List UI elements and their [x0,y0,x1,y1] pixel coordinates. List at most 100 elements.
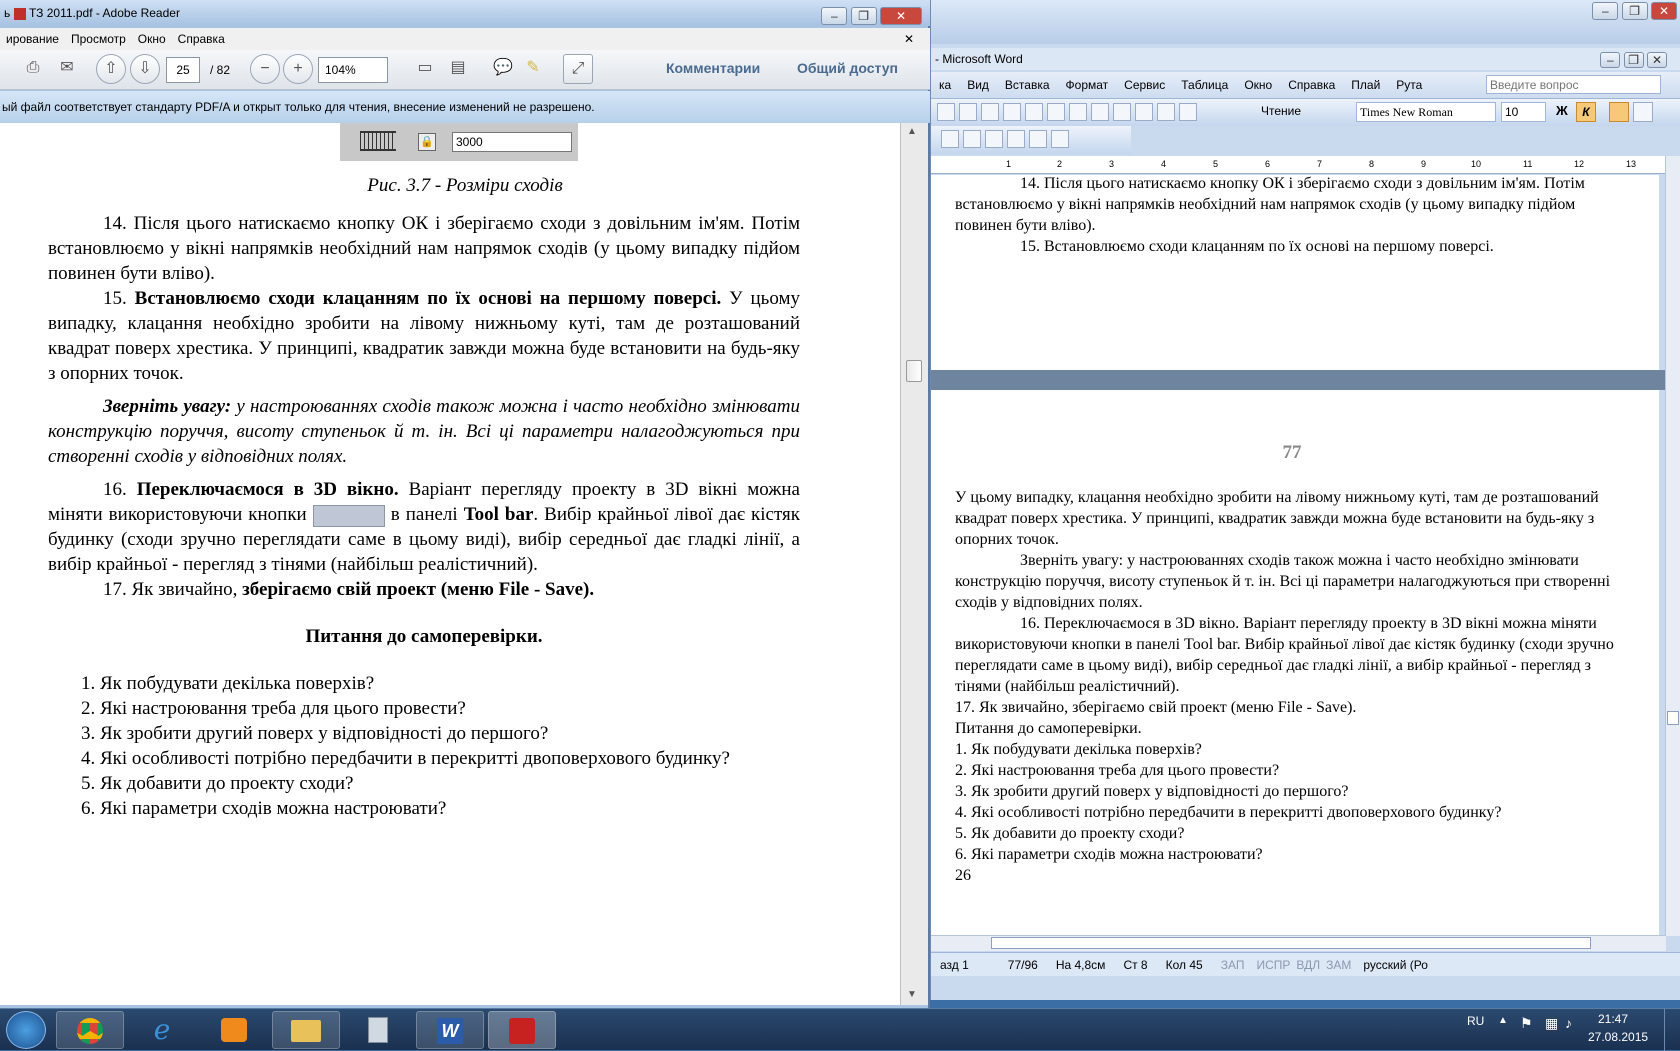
scroll-thumb[interactable] [991,937,1591,949]
bold-button[interactable]: Ж [1556,103,1568,118]
minimize-icon[interactable]: – [821,7,848,25]
font-name-select[interactable]: Times New Roman [1356,102,1496,122]
read-mode-button[interactable]: Чтение [1261,104,1301,118]
doc-minimize-icon[interactable]: – [1600,52,1621,68]
calculator-icon[interactable] [344,1011,412,1049]
word-taskbar-icon[interactable]: W [416,1011,484,1049]
menu-item[interactable]: Вид [959,72,997,98]
menu-item[interactable]: Плай [1343,72,1388,98]
prev-page-button[interactable]: ⇧ [96,54,126,84]
status-ovr[interactable]: ЗАМ [1323,953,1354,977]
minimize-icon[interactable]: – [1592,2,1619,20]
tool-icon[interactable] [985,130,1003,148]
highlight-icon[interactable]: ✎ [518,54,548,84]
show-desktop-button[interactable] [1664,1009,1680,1051]
volume-icon[interactable]: ♪ [1565,1015,1572,1031]
word-page-1[interactable]: 14. Після цього натискаємо кнопку ОК і з… [931,175,1659,370]
hyperlink-icon[interactable] [1135,103,1153,121]
table-icon[interactable] [1157,103,1175,121]
expand-icon[interactable]: ⤢ [563,54,593,84]
menu-item[interactable]: ка [931,72,959,98]
email-icon[interactable]: ✉ [52,54,84,84]
menu-item[interactable]: ирование [0,28,65,50]
explorer-icon[interactable] [272,1011,340,1049]
print-icon[interactable]: ⎙ [18,54,50,84]
adobe-reader-window[interactable]: ь ТЗ 2011.pdf - Adobe Reader – ❐ ✕ ирова… [0,0,930,1008]
status-ext[interactable]: ВДЛ [1293,953,1323,977]
align-center-icon[interactable] [1633,102,1653,122]
clock-time[interactable]: 21:47 [1598,1012,1628,1026]
italic-button[interactable]: К [1576,102,1596,122]
acro-vertical-scrollbar[interactable]: ▲ ▼ [900,123,928,1005]
help-search-input[interactable] [1486,75,1661,94]
comment-icon[interactable]: 💬 [488,54,518,84]
menu-item[interactable]: Просмотр [65,28,132,50]
permission-icon[interactable] [959,103,977,121]
word-vertical-scrollbar[interactable] [1665,156,1680,936]
status-language[interactable]: русский (Ро [1354,953,1437,977]
scroll-down-icon[interactable]: ▼ [907,989,917,1000]
research-icon[interactable] [1047,103,1065,121]
help-icon[interactable] [1179,103,1197,121]
tool-icon[interactable] [963,130,981,148]
media-player-icon[interactable] [200,1011,268,1049]
word-page-2[interactable]: 77 У цьому випадку, клацання необхідно з… [931,390,1659,935]
fit-width-icon[interactable]: ▤ [443,54,473,84]
save-icon[interactable] [937,103,955,121]
scroll-thumb[interactable] [906,360,922,382]
menu-item[interactable]: Окно [132,28,172,50]
scroll-thumb[interactable] [1667,711,1679,725]
tool-icon[interactable] [941,130,959,148]
status-track[interactable]: ИСПР [1253,953,1293,977]
ie-icon[interactable]: e [128,1011,196,1049]
tray-expand-icon[interactable]: ▲ [1498,1015,1508,1026]
close-icon[interactable]: ✕ [880,7,922,25]
align-left-icon[interactable] [1609,102,1629,122]
flag-ua-icon[interactable] [1029,130,1047,148]
paste-icon[interactable] [1091,103,1109,121]
next-page-button[interactable]: ⇩ [130,54,160,84]
menu-item[interactable]: Окно [1236,72,1280,98]
status-rec[interactable]: ЗАП [1212,953,1254,977]
word-horizontal-scrollbar[interactable] [931,935,1666,951]
word-window[interactable]: – ❐ ✕ - Microsoft Word – ❐ ✕ ка Вид Вставк… [930,0,1680,1000]
restore-icon[interactable]: ❐ [850,7,877,25]
share-button[interactable]: Общий доступ [797,60,898,76]
undo-icon[interactable] [1113,103,1131,121]
comments-button[interactable]: Комментарии [666,60,760,76]
network-icon[interactable]: ▦ [1545,1015,1558,1032]
copy-icon[interactable] [1069,103,1087,121]
scroll-up-icon[interactable]: ▲ [907,126,917,137]
doc-close-icon[interactable]: ✕ [1647,52,1667,68]
spelling-icon[interactable] [1025,103,1043,121]
restore-icon[interactable]: ❐ [1621,2,1648,20]
check-icon[interactable] [1007,130,1025,148]
page-number-input[interactable] [166,57,200,83]
zoom-select[interactable]: 104% [318,57,388,83]
ruler[interactable]: 1 2 3 4 5 6 7 8 9 10 11 12 13 [931,156,1666,174]
print-icon[interactable] [981,103,999,121]
chrome-icon[interactable] [56,1011,124,1049]
menu-item[interactable]: Рута [1388,72,1430,98]
doc-restore-icon[interactable]: ❐ [1623,52,1644,68]
preview-icon[interactable] [1003,103,1021,121]
flag-ru-icon[interactable] [1051,130,1069,148]
fit-page-icon[interactable]: ▭ [410,54,440,84]
menu-item[interactable]: Справка [1280,72,1343,98]
zoom-in-button[interactable]: + [283,54,313,84]
close-doc-icon[interactable]: ✕ [898,28,920,50]
zoom-out-button[interactable]: − [250,54,280,84]
menu-item[interactable]: Формат [1058,72,1117,98]
close-icon[interactable]: ✕ [1651,2,1677,20]
clock-date[interactable]: 27.08.2015 [1588,1030,1648,1044]
font-size-select[interactable]: 10 [1501,102,1546,122]
tray-icon[interactable]: ⚑ [1520,1015,1533,1032]
start-button[interactable] [6,1011,46,1049]
menu-item[interactable]: Вставка [997,72,1058,98]
language-indicator[interactable]: RU [1467,1014,1484,1028]
acrobat-taskbar-icon[interactable] [488,1011,556,1049]
menu-item[interactable]: Таблица [1173,72,1236,98]
menu-item[interactable]: Справка [172,28,231,50]
menu-item[interactable]: Сервис [1116,72,1173,98]
pdf-page[interactable]: 🔒 3000 Рис. 3.7 - Розміри сходів 14. Піс… [0,123,900,1005]
